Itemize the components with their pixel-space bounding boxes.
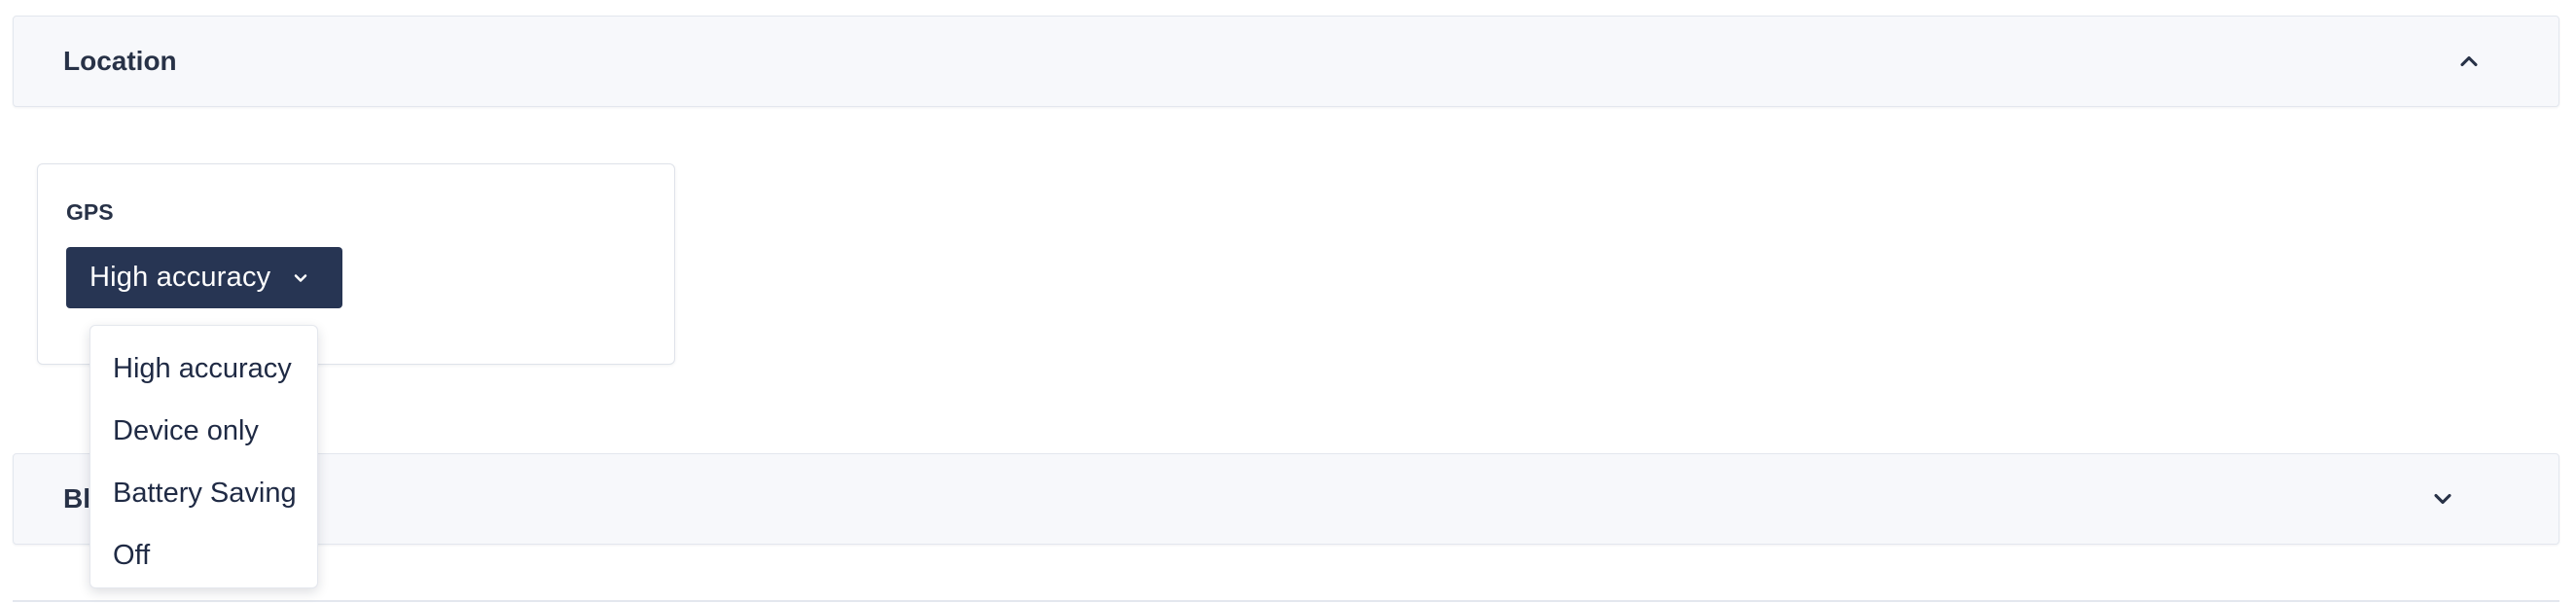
divider [13, 600, 2559, 602]
bluetooth-section-header[interactable]: Bluetooth [13, 453, 2559, 545]
location-section-title: Location [63, 46, 177, 76]
location-section-header[interactable]: Location [13, 16, 2559, 107]
dropdown-option-device-only[interactable]: Device only [90, 400, 317, 462]
dropdown-option-off[interactable]: Off [90, 524, 317, 586]
chevron-down-icon [288, 266, 313, 291]
dropdown-option-battery-saving[interactable]: Battery Saving [90, 462, 317, 524]
gps-label: GPS [66, 199, 114, 225]
gps-mode-dropdown-menu: High accuracy Device only Battery Saving… [89, 325, 318, 588]
gps-mode-dropdown-button[interactable]: High accuracy [66, 247, 342, 308]
chevron-up-icon[interactable] [2448, 40, 2490, 83]
chevron-down-icon[interactable] [2421, 478, 2464, 520]
dropdown-option-high-accuracy[interactable]: High accuracy [90, 337, 317, 400]
gps-selected-value: High accuracy [89, 262, 271, 293]
